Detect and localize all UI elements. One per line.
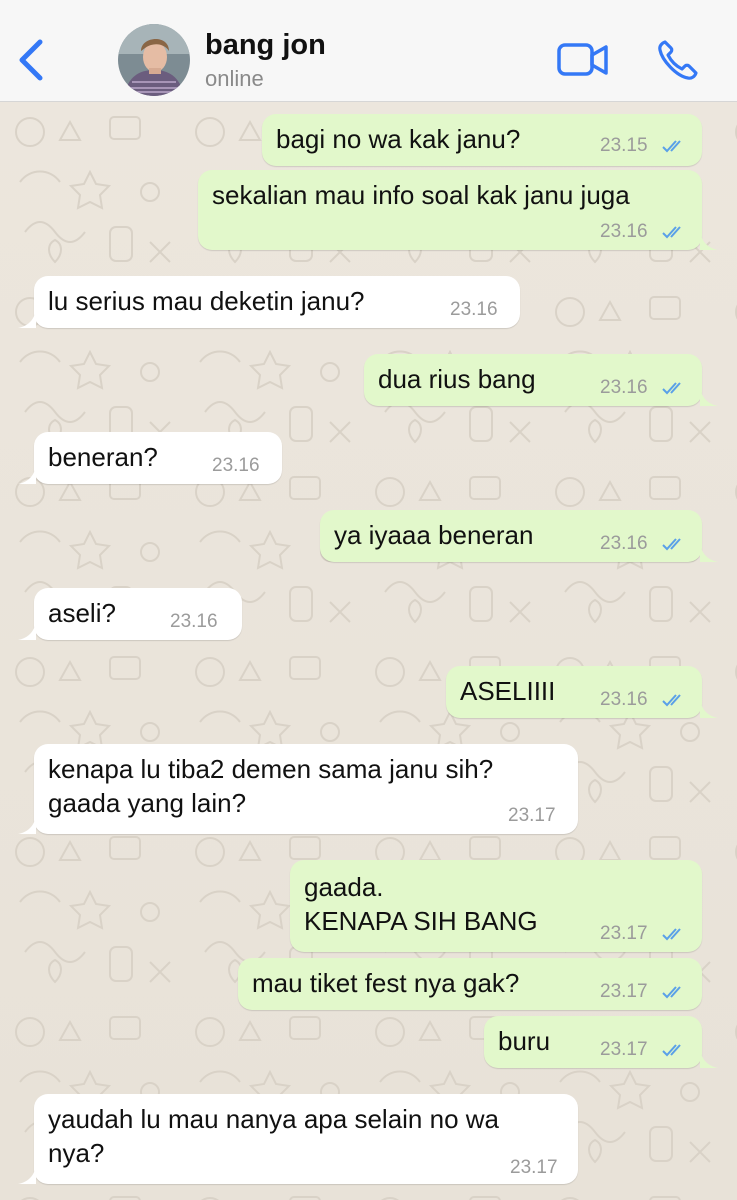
message-text: ya iyaaa beneran <box>334 520 534 550</box>
double-check-icon <box>662 694 681 707</box>
message-text: bagi no wa kak janu? <box>276 124 521 154</box>
avatar-photo <box>118 24 190 96</box>
double-check-icon <box>662 226 681 239</box>
message-bubble-outgoing[interactable]: sekalian mau info soal kak janu juga 23.… <box>198 170 702 250</box>
bubble-tail <box>700 1050 718 1068</box>
bubble-tail <box>700 232 718 250</box>
message-time: 23.17 <box>510 1157 558 1178</box>
message-text: kenapa lu tiba2 demen sama janu sih? gaa… <box>48 754 494 818</box>
message-bubble-outgoing[interactable]: ya iyaaa beneran 23.16 <box>320 510 702 562</box>
message-text: buru <box>498 1026 551 1056</box>
bubble-tail <box>18 622 36 640</box>
double-check-icon <box>662 986 681 999</box>
message-text: ASELIIII <box>460 676 556 706</box>
double-check-icon <box>662 538 681 551</box>
message-bubble-incoming[interactable]: beneran? 23.16 <box>34 432 282 484</box>
message-time: 23.17 <box>600 1039 648 1060</box>
message-time: 23.17 <box>600 923 648 944</box>
bubble-tail <box>700 544 718 562</box>
message-bubble-incoming[interactable]: aseli? 23.16 <box>34 588 242 640</box>
message-bubble-outgoing[interactable]: buru 23.17 <box>484 1016 702 1068</box>
video-call-button[interactable] <box>556 40 610 80</box>
bubble-tail <box>18 466 36 484</box>
message-text: aseli? <box>48 598 116 628</box>
message-text: dua rius bang <box>378 364 536 394</box>
video-camera-icon <box>557 43 608 76</box>
message-time: 23.17 <box>508 805 556 826</box>
message-time: 23.16 <box>450 299 498 320</box>
double-check-icon <box>662 140 681 153</box>
chat-header: bang jon online <box>0 0 737 102</box>
back-button[interactable] <box>14 36 50 84</box>
message-time: 23.16 <box>600 221 648 242</box>
message-text: sekalian mau info soal kak janu juga <box>212 180 630 210</box>
message-time: 23.17 <box>600 981 648 1002</box>
message-bubble-incoming[interactable]: yaudah lu mau nanya apa selain no wa nya… <box>34 1094 578 1184</box>
bubble-tail <box>18 1166 36 1184</box>
message-time: 23.15 <box>600 135 648 156</box>
bubble-tail <box>18 310 36 328</box>
bubble-tail <box>18 816 36 834</box>
phone-icon <box>658 40 698 80</box>
message-bubble-outgoing[interactable]: dua rius bang 23.16 <box>364 354 702 406</box>
message-text: lu serius mau deketin janu? <box>48 286 365 316</box>
bubble-tail <box>700 700 718 718</box>
contact-name[interactable]: bang jon <box>205 28 326 62</box>
message-bubble-outgoing[interactable]: mau tiket fest nya gak? 23.17 <box>238 958 702 1010</box>
message-time: 23.16 <box>600 533 648 554</box>
double-check-icon <box>662 1044 681 1057</box>
chevron-left-icon <box>19 39 43 81</box>
message-time: 23.16 <box>212 455 260 476</box>
message-time: 23.16 <box>170 611 218 632</box>
message-bubble-outgoing[interactable]: bagi no wa kak janu? 23.15 <box>262 114 702 166</box>
message-text: beneran? <box>48 442 158 472</box>
bubble-tail <box>700 388 718 406</box>
avatar[interactable] <box>118 24 190 96</box>
message-bubble-incoming[interactable]: kenapa lu tiba2 demen sama janu sih? gaa… <box>34 744 578 834</box>
message-bubble-outgoing[interactable]: gaada. KENAPA SIH BANG 23.17 <box>290 860 702 952</box>
voice-call-button[interactable] <box>656 38 700 82</box>
message-time: 23.16 <box>600 689 648 710</box>
message-text: gaada. KENAPA SIH BANG <box>304 872 538 936</box>
message-text: mau tiket fest nya gak? <box>252 968 520 998</box>
double-check-icon <box>662 928 681 941</box>
message-bubble-outgoing[interactable]: ASELIIII 23.16 <box>446 666 702 718</box>
double-check-icon <box>662 382 681 395</box>
contact-status: online <box>205 66 264 91</box>
message-bubble-incoming[interactable]: lu serius mau deketin janu? 23.16 <box>34 276 520 328</box>
chat-area[interactable]: bagi no wa kak janu? 23.15 sekalian mau … <box>0 102 737 1200</box>
message-time: 23.16 <box>600 377 648 398</box>
message-text: yaudah lu mau nanya apa selain no wa nya… <box>48 1104 499 1168</box>
